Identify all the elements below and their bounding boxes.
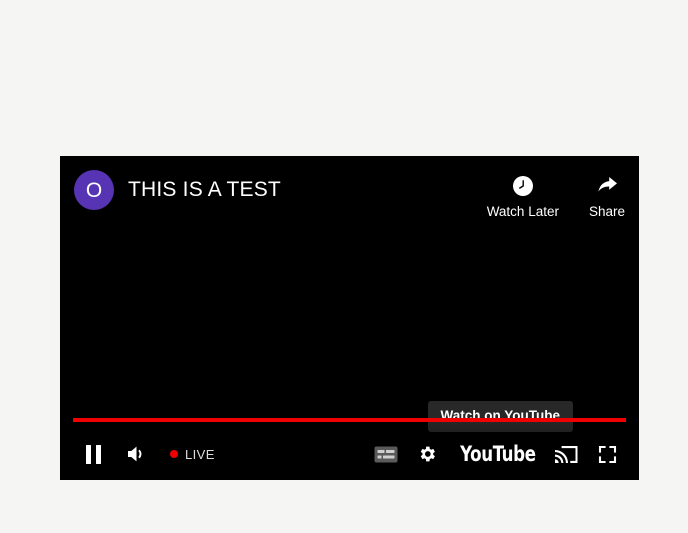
channel-avatar[interactable]: O xyxy=(74,170,114,210)
watch-later-label: Watch Later xyxy=(486,204,559,219)
share-button[interactable]: Share xyxy=(589,174,625,219)
share-arrow-icon xyxy=(595,174,619,198)
clock-icon xyxy=(511,174,535,198)
youtube-wordmark[interactable]: YouTube xyxy=(460,443,536,465)
subtitles-cc-icon xyxy=(374,446,398,463)
gear-icon xyxy=(417,444,437,464)
live-badge[interactable]: LIVE xyxy=(170,448,215,461)
pause-button[interactable] xyxy=(74,436,112,472)
player-controls: LIVE YouTube xyxy=(60,428,639,480)
progress-bar[interactable] xyxy=(73,418,626,422)
player-bottom-bar: LIVE YouTube xyxy=(60,418,639,480)
cast-button[interactable] xyxy=(547,436,585,472)
player-controls-left: LIVE xyxy=(74,436,215,472)
video-title-group: O THIS IS A TEST xyxy=(74,170,281,210)
video-title[interactable]: THIS IS A TEST xyxy=(128,178,281,202)
cast-icon xyxy=(554,445,578,464)
top-actions: Watch Later Share xyxy=(487,170,625,219)
fullscreen-button[interactable] xyxy=(589,436,625,472)
youtube-player[interactable]: O THIS IS A TEST Watch Later Share Watch… xyxy=(60,156,639,480)
share-label: Share xyxy=(588,204,625,219)
subtitles-button[interactable] xyxy=(367,436,405,472)
live-label: LIVE xyxy=(185,446,215,462)
settings-button[interactable] xyxy=(409,436,445,472)
player-top-overlay: O THIS IS A TEST Watch Later Share xyxy=(60,156,639,242)
fullscreen-icon xyxy=(598,445,617,464)
progress-bar-fill xyxy=(73,418,626,422)
volume-high-icon xyxy=(126,444,149,464)
live-dot-icon xyxy=(170,450,178,458)
watch-later-button[interactable]: Watch Later xyxy=(487,174,559,219)
volume-button[interactable] xyxy=(118,436,156,472)
player-controls-right: YouTube xyxy=(367,436,625,472)
pause-icon xyxy=(85,444,102,464)
